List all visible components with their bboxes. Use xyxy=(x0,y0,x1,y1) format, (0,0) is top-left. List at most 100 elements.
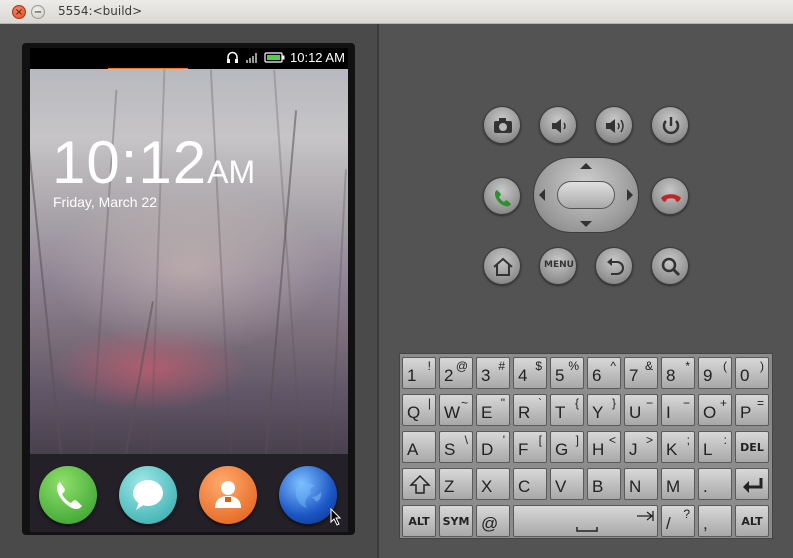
window-title: 5554:<build> xyxy=(58,4,143,18)
key-comma[interactable]: , xyxy=(698,505,732,537)
key-l[interactable]: L: xyxy=(698,431,732,463)
phone-app-icon[interactable] xyxy=(39,466,97,524)
key-s[interactable]: S \ xyxy=(439,431,473,463)
end-call-button[interactable] xyxy=(651,177,689,215)
enter-icon xyxy=(743,478,763,493)
minimize-window-button[interactable]: − xyxy=(31,5,45,19)
key-alt-left-label: ALT xyxy=(408,515,430,528)
key-z[interactable]: Z xyxy=(439,468,473,500)
key-alt-right[interactable]: ALT xyxy=(735,505,769,537)
key-k[interactable]: K; xyxy=(661,431,695,463)
shift-icon xyxy=(409,474,431,494)
call-icon xyxy=(494,190,511,207)
key-t[interactable]: T{ xyxy=(550,394,584,426)
signal-icon xyxy=(245,51,259,67)
home-icon xyxy=(493,257,513,276)
key-y[interactable]: Y} xyxy=(587,394,621,426)
key-d-label: D xyxy=(481,440,494,459)
key-f[interactable]: F[ xyxy=(513,431,547,463)
key-q-alt-label: | xyxy=(427,396,431,410)
key-space[interactable] xyxy=(513,505,658,537)
key-j-label: J xyxy=(629,440,638,459)
home-button[interactable] xyxy=(483,247,521,285)
key-g[interactable]: G] xyxy=(550,431,584,463)
key-3[interactable]: 3 # xyxy=(476,357,510,389)
back-button[interactable] xyxy=(595,247,633,285)
key-j-alt-label: > xyxy=(645,433,653,447)
close-window-button[interactable]: × xyxy=(12,5,26,19)
key-c[interactable]: C xyxy=(513,468,547,500)
key-u[interactable]: U − xyxy=(624,394,658,426)
key-3-alt-label: # xyxy=(498,359,505,373)
key-h-label: H xyxy=(592,440,605,459)
key-a[interactable]: A xyxy=(402,431,436,463)
key-period[interactable]: . xyxy=(698,468,732,500)
camera-icon xyxy=(494,118,512,133)
key-at[interactable]: @ xyxy=(476,505,510,537)
phone-screen[interactable]: 10:12 AM 10:12AM Friday, March 22 xyxy=(30,48,348,532)
key-5[interactable]: 5% xyxy=(550,357,584,389)
key-j[interactable]: J > xyxy=(624,431,658,463)
battery-icon xyxy=(264,51,286,67)
key-c-label: C xyxy=(518,477,531,496)
messages-app-icon[interactable] xyxy=(119,466,177,524)
key-9[interactable]: 9( xyxy=(698,357,732,389)
key-b[interactable]: B xyxy=(587,468,621,500)
key-shift[interactable] xyxy=(402,468,436,500)
key-i[interactable]: I − xyxy=(661,394,695,426)
key-x[interactable]: X xyxy=(476,468,510,500)
key-d-alt-label: ' xyxy=(502,433,505,447)
key-p-label: P xyxy=(740,403,752,422)
dpad-left-arrow xyxy=(539,189,545,201)
volume-up-button[interactable] xyxy=(595,106,633,144)
key-0[interactable]: 0) xyxy=(735,357,769,389)
key-3-label: 3 xyxy=(481,366,491,385)
key-o[interactable]: O + xyxy=(698,394,732,426)
key-e[interactable]: E " xyxy=(476,394,510,426)
key-8-alt-label: * xyxy=(685,359,690,373)
key-1-label: 1 xyxy=(407,366,417,385)
key-8[interactable]: 8 * xyxy=(661,357,695,389)
browser-app-icon[interactable] xyxy=(279,466,337,524)
dpad-right-arrow xyxy=(627,189,633,201)
camera-button[interactable] xyxy=(483,106,521,144)
key-2[interactable]: 2 @ xyxy=(439,357,473,389)
key-4[interactable]: 4 $ xyxy=(513,357,547,389)
key-e-alt-label: " xyxy=(500,396,505,410)
power-button[interactable] xyxy=(651,106,689,144)
key-v[interactable]: V xyxy=(550,468,584,500)
key-1[interactable]: 1! xyxy=(402,357,436,389)
key-9-alt-label: ( xyxy=(723,359,727,373)
lockscreen-clock: 10:12AM xyxy=(52,128,255,197)
key-d[interactable]: D ' xyxy=(476,431,510,463)
key-alt-right-label: ALT xyxy=(741,515,763,528)
menu-button[interactable]: MENU xyxy=(539,247,577,285)
call-button[interactable] xyxy=(483,177,521,215)
key-e-label: E xyxy=(481,403,493,422)
volume-down-button[interactable] xyxy=(539,106,577,144)
key-delete[interactable]: DEL xyxy=(735,431,769,463)
contacts-app-icon[interactable] xyxy=(199,466,257,524)
key-h[interactable]: H < xyxy=(587,431,621,463)
key-r[interactable]: R ` xyxy=(513,394,547,426)
key-a-label: A xyxy=(407,440,419,459)
key-1-alt-label: ! xyxy=(427,359,431,373)
key-t-label: T xyxy=(555,403,566,422)
key-m[interactable]: M xyxy=(661,468,695,500)
key-s-alt-label: \ xyxy=(464,433,468,447)
key-w[interactable]: W ~ xyxy=(439,394,473,426)
key-alt-left[interactable]: ALT xyxy=(402,505,436,537)
key-p[interactable]: P = xyxy=(735,394,769,426)
dpad-center-button[interactable] xyxy=(557,181,615,209)
key-n[interactable]: N xyxy=(624,468,658,500)
key-enter[interactable] xyxy=(735,468,769,500)
back-icon xyxy=(607,258,624,275)
key-slash[interactable]: /? xyxy=(661,505,695,537)
search-button[interactable] xyxy=(651,247,689,285)
key-slash-label: / xyxy=(666,514,671,533)
key-q[interactable]: Q | xyxy=(402,394,436,426)
key-6[interactable]: 6 ^ xyxy=(587,357,621,389)
key-sym[interactable]: SYM xyxy=(439,505,473,537)
key-7[interactable]: 7 & xyxy=(624,357,658,389)
key-delete-label: DEL xyxy=(740,441,764,454)
